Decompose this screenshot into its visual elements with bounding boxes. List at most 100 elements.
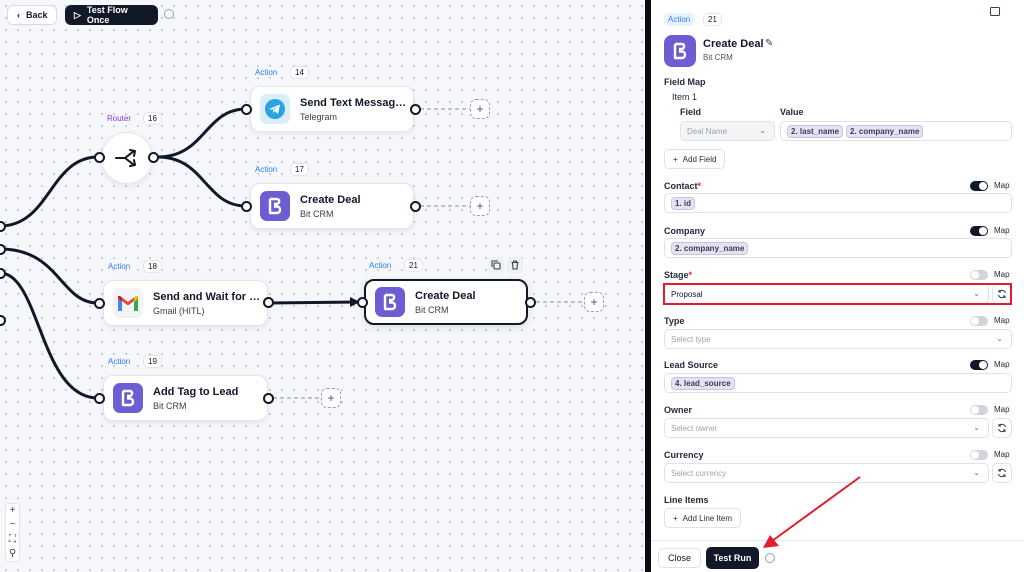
auto-layout-button[interactable]: ⚲	[6, 548, 19, 560]
output-port[interactable]	[148, 152, 159, 163]
node-badge: Action	[108, 262, 131, 271]
add-step-button[interactable]: +	[584, 292, 604, 312]
node-send-text-message[interactable]: Send Text Message ... Telegram	[250, 86, 414, 132]
stage-highlight-annotation	[663, 283, 1012, 305]
refresh-button[interactable]	[992, 463, 1012, 483]
lead-source-label: Lead Source	[664, 360, 719, 370]
telegram-icon	[260, 94, 290, 124]
add-step-button[interactable]: +	[470, 99, 490, 119]
router-number: 16	[143, 112, 162, 125]
input-port[interactable]	[241, 104, 252, 115]
node-create-deal-21[interactable]: Create Deal Bit CRM	[364, 279, 528, 325]
node-add-tag-to-lead[interactable]: Add Tag to Lead Bit CRM	[103, 375, 268, 421]
owner-select[interactable]: Select owner ⌄	[664, 418, 989, 438]
type-select[interactable]: Select type ⌄	[664, 329, 1012, 349]
panel-number: 21	[703, 13, 722, 26]
panel-footer: Close Test Run	[651, 540, 1024, 572]
field-map-label: Field Map	[664, 77, 706, 87]
line-items-label: Line Items	[664, 495, 709, 505]
router-icon	[115, 149, 136, 167]
input-port[interactable]	[94, 393, 105, 404]
node-settings-panel: Action 21 Create Deal ✎ Bit CRM Field Ma…	[651, 0, 1024, 572]
refresh-icon	[997, 468, 1007, 478]
add-line-item-button[interactable]: + Add Line Item	[664, 508, 742, 528]
edit-icon[interactable]: ✎	[765, 38, 773, 49]
value-input[interactable]: 2. last_name 2. company_name	[780, 121, 1012, 141]
node-subtitle: Gmail (HITL)	[153, 305, 205, 316]
input-port[interactable]	[357, 297, 368, 308]
output-port[interactable]	[263, 297, 274, 308]
node-badge: Action	[369, 261, 392, 270]
node-badge: Action	[255, 165, 278, 174]
variable-chip[interactable]: 4. lead_source	[671, 376, 735, 390]
type-label: Type	[664, 316, 685, 326]
flow-canvas[interactable]: ‹ Back ▷ Test Flow Once Router 16 Action…	[0, 0, 645, 572]
node-number: 19	[143, 355, 162, 368]
trash-icon[interactable]	[507, 257, 523, 273]
output-port[interactable]	[410, 104, 421, 115]
chevron-down-icon: ⌄	[973, 468, 980, 477]
back-button[interactable]: ‹ Back	[7, 5, 57, 25]
duplicate-icon[interactable]	[488, 257, 504, 273]
expand-icon[interactable]	[990, 7, 1000, 16]
add-step-button[interactable]: +	[470, 196, 490, 216]
close-button[interactable]: Close	[658, 548, 701, 568]
fit-view-button[interactable]: ⛶	[6, 534, 19, 546]
node-send-and-wait[interactable]: Send and Wait for R... Gmail (HITL)	[103, 280, 268, 326]
owner-map-toggle[interactable]	[970, 405, 988, 415]
variable-chip[interactable]: 2. company_name	[846, 124, 924, 138]
input-port[interactable]	[94, 298, 105, 309]
node-subtitle: Bit CRM	[153, 400, 187, 411]
currency-label: Currency	[664, 450, 704, 460]
company-map-toggle[interactable]	[970, 226, 988, 236]
contact-map-toggle[interactable]	[970, 181, 988, 191]
company-label: Company	[664, 226, 706, 236]
node-number: 17	[290, 163, 309, 176]
stage-map-toggle[interactable]	[970, 270, 988, 280]
lead-source-map-toggle[interactable]	[970, 360, 988, 370]
output-port[interactable]	[410, 201, 421, 212]
currency-field: Select currency ⌄	[664, 463, 1012, 483]
add-step-button[interactable]: +	[321, 388, 341, 408]
router-badge: Router	[107, 114, 132, 123]
variable-chip[interactable]: 2. company_name	[671, 241, 749, 255]
output-port[interactable]	[263, 393, 274, 404]
node-number: 14	[290, 66, 309, 79]
contact-label: Contact*	[664, 181, 702, 191]
bit-crm-icon	[113, 383, 143, 413]
refresh-button[interactable]	[992, 418, 1012, 438]
add-field-button[interactable]: + Add Field	[664, 149, 726, 169]
output-port[interactable]	[525, 297, 536, 308]
router-node[interactable]	[101, 132, 153, 184]
bit-crm-icon	[375, 287, 405, 317]
panel-subtitle: Bit CRM	[703, 53, 733, 62]
node-title: Send Text Message ...	[300, 96, 412, 109]
test-run-button[interactable]: Test Run	[706, 547, 759, 569]
node-create-deal-17[interactable]: Create Deal Bit CRM	[250, 183, 414, 229]
input-port[interactable]	[241, 201, 252, 212]
bit-crm-icon	[664, 35, 696, 67]
test-flow-once-button[interactable]: ▷ Test Flow Once	[65, 5, 158, 25]
input-port[interactable]	[94, 152, 105, 163]
currency-select[interactable]: Select currency ⌄	[664, 463, 989, 483]
info-icon[interactable]	[164, 9, 174, 19]
play-icon: ▷	[74, 9, 81, 20]
node-subtitle: Bit CRM	[415, 304, 449, 315]
map-label: Map	[994, 226, 1010, 235]
map-label: Map	[994, 450, 1010, 459]
zoom-in-button[interactable]: +	[6, 505, 19, 517]
zoom-out-button[interactable]: −	[6, 519, 19, 531]
type-map-toggle[interactable]	[970, 316, 988, 326]
variable-chip[interactable]: 1. id	[671, 196, 696, 210]
chevron-down-icon: ⌄	[973, 423, 980, 432]
contact-input[interactable]: 1. id	[664, 193, 1012, 213]
owner-field: Select owner ⌄	[664, 418, 1012, 438]
field-select[interactable]: Deal Name ⌄	[680, 121, 775, 141]
lead-source-input[interactable]: 4. lead_source	[664, 373, 1012, 393]
company-input[interactable]: 2. company_name	[664, 238, 1012, 258]
variable-chip[interactable]: 2. last_name	[787, 124, 844, 138]
map-label: Map	[994, 405, 1010, 414]
currency-map-toggle[interactable]	[970, 450, 988, 460]
info-icon[interactable]	[765, 553, 775, 563]
field-column-header: Field	[680, 107, 702, 117]
